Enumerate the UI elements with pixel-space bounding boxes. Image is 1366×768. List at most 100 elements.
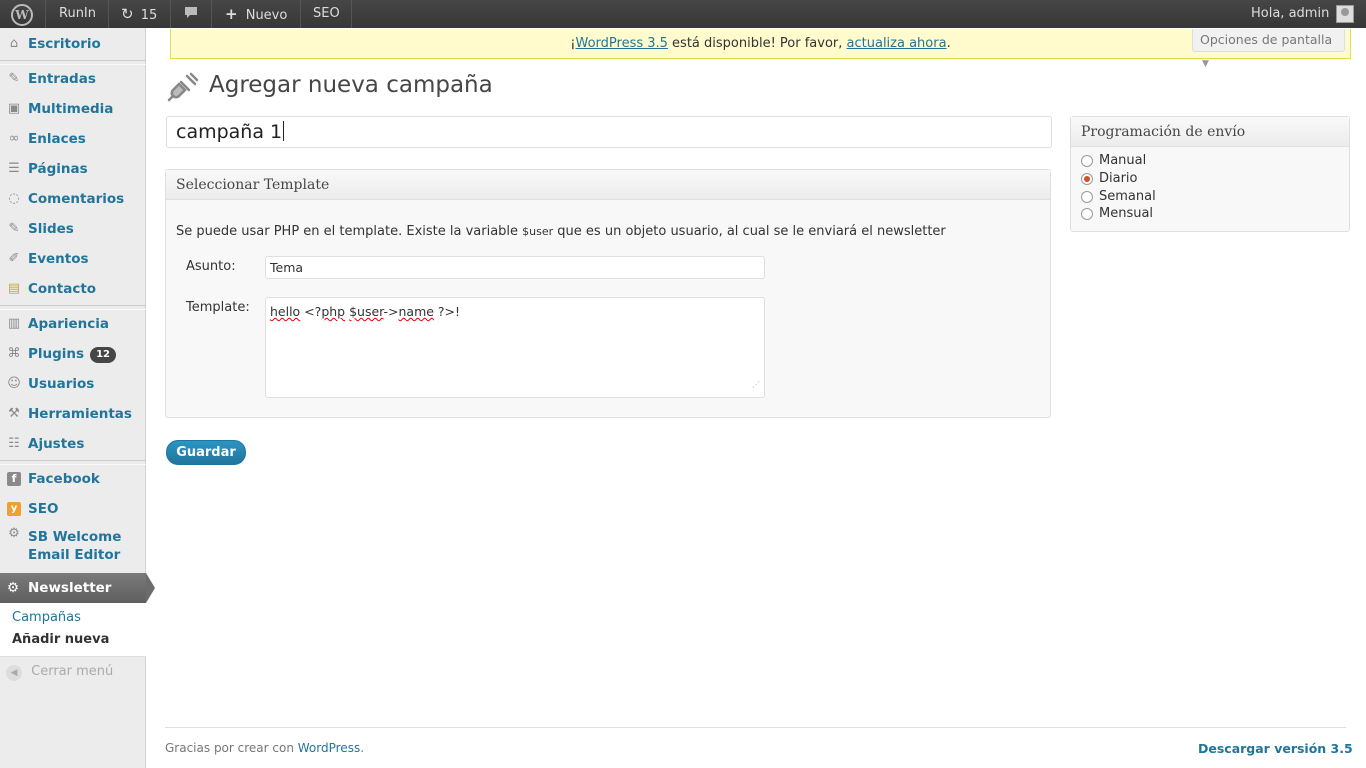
settings-icon: ☷ xyxy=(8,436,20,451)
updates-count: 15 xyxy=(140,8,158,23)
sidebar-item-seo[interactable]: y SEO xyxy=(0,494,146,524)
sidebar-item-label: Ajustes xyxy=(28,436,85,452)
sidebar-item-label: Apariencia xyxy=(28,316,110,332)
comment-bubble-icon xyxy=(185,7,197,18)
admin-bar: W RunIn ↻ 15 + Nuevo SEO Hola, admin xyxy=(0,0,1366,28)
collapse-arrow-icon: ◀ xyxy=(6,665,22,681)
update-notice: ¡WordPress 3.5 está disponible! Por favo… xyxy=(170,29,1351,59)
page-title: Agregar nueva campaña xyxy=(209,72,493,98)
greeting-link[interactable]: Hola, admin xyxy=(1251,0,1329,28)
sidebar-item-sb-welcome[interactable]: ⚙ SB Welcome Email Editor xyxy=(0,524,146,564)
admin-sidebar: ⌂ Escritorio ✎ Entradas ▣ Multimedia ∞ E… xyxy=(0,28,155,768)
divider xyxy=(211,0,212,28)
sidebar-item-escritorio[interactable]: ⌂ Escritorio xyxy=(0,29,146,59)
divider xyxy=(351,0,352,28)
link-icon: ∞ xyxy=(8,131,20,146)
sidebar-item-enlaces[interactable]: ∞ Enlaces xyxy=(0,124,146,154)
subject-value: Tema xyxy=(270,260,304,275)
seo-link[interactable]: SEO xyxy=(313,0,340,28)
sidebar-item-eventos[interactable]: ✐ Eventos xyxy=(0,244,146,274)
screen-options-label: Opciones de pantalla xyxy=(1200,32,1333,47)
text-caret xyxy=(283,121,285,141)
divider xyxy=(170,0,171,28)
sidebar-item-label: Enlaces xyxy=(28,131,86,147)
sidebar-item-slides[interactable]: ✎ Slides xyxy=(0,214,146,244)
sidebar-item-paginas[interactable]: ☰ Páginas xyxy=(0,154,146,184)
users-icon: ☺ xyxy=(7,376,21,391)
schedule-box-title[interactable]: Programación de envío xyxy=(1071,117,1349,147)
sidebar-item-label: Páginas xyxy=(28,161,88,177)
collapse-menu-label: Cerrar menú xyxy=(31,664,114,679)
sidebar-item-label: Eventos xyxy=(28,251,89,267)
refresh-icon: ↻ xyxy=(121,5,134,23)
comments-link[interactable] xyxy=(184,0,198,28)
sidebar-item-herramientas[interactable]: ⚒ Herramientas xyxy=(0,399,146,429)
radio-button[interactable] xyxy=(1081,208,1093,220)
plugins-update-badge: 12 xyxy=(90,347,116,363)
plus-icon: + xyxy=(225,5,238,23)
update-now-link[interactable]: actualiza ahora xyxy=(847,36,947,51)
sidebar-item-label: SB Welcome Email Editor xyxy=(28,529,122,563)
sidebar-item-usuarios[interactable]: ☺ Usuarios xyxy=(0,369,146,399)
resize-handle-icon[interactable]: ⋰ xyxy=(752,376,760,394)
radio-button-selected[interactable] xyxy=(1081,173,1093,185)
screen-options-button[interactable]: Opciones de pantalla ▼ xyxy=(1192,29,1345,69)
collapse-menu-button[interactable]: ◀ Cerrar menú xyxy=(6,664,114,681)
sidebar-item-label: Comentarios xyxy=(28,191,125,207)
radio-button[interactable] xyxy=(1081,155,1093,167)
sidebar-item-newsletter[interactable]: ⚙ Newsletter xyxy=(0,573,155,603)
facebook-icon: f xyxy=(7,472,21,486)
download-version-link[interactable]: Descargar versión 3.5 xyxy=(1198,741,1353,756)
sidebar-item-facebook[interactable]: f Facebook xyxy=(0,464,146,494)
appearance-icon: ▥ xyxy=(7,316,21,331)
gear-icon: ⚙ xyxy=(7,580,20,596)
divider xyxy=(300,0,301,28)
submenu-item-campanas[interactable]: Campañas xyxy=(12,610,81,625)
sidebar-item-entradas[interactable]: ✎ Entradas xyxy=(0,64,146,94)
sidebar-item-label: Entradas xyxy=(28,71,96,87)
template-value: hello <?php $user->name ?>! xyxy=(270,304,461,319)
sidebar-item-ajustes[interactable]: ☷ Ajustes xyxy=(0,429,146,459)
contact-icon: ▤ xyxy=(7,281,21,296)
template-label: Template: xyxy=(186,300,250,315)
sidebar-item-comentarios[interactable]: ◌ Comentarios xyxy=(0,184,146,214)
sidebar-item-multimedia[interactable]: ▣ Multimedia xyxy=(0,94,146,124)
sidebar-item-label: SEO xyxy=(28,501,59,517)
sidebar-item-plugins[interactable]: ⌘ Plugins 12 xyxy=(0,339,146,369)
radio-label: Manual xyxy=(1099,153,1147,168)
wordpress-footer-link[interactable]: WordPress xyxy=(298,741,360,755)
submenu-item-anadir-nueva[interactable]: Añadir nueva xyxy=(12,632,109,647)
newsletter-submenu: Campañas Añadir nueva xyxy=(0,603,146,657)
subject-input[interactable]: Tema xyxy=(265,256,765,279)
sidebar-item-label: Plugins 12 xyxy=(28,339,116,369)
divider xyxy=(45,0,46,28)
sidebar-item-contacto[interactable]: ▤ Contacto xyxy=(0,274,146,304)
new-content-link[interactable]: + Nuevo xyxy=(225,0,287,28)
updates-link[interactable]: ↻ 15 xyxy=(121,0,157,28)
site-name-link[interactable]: RunIn xyxy=(59,0,96,28)
avatar[interactable] xyxy=(1336,5,1354,23)
template-textarea[interactable]: hello <?php $user->name ?>! ⋰ xyxy=(265,297,765,398)
gear-icon: ⚙ xyxy=(8,526,20,541)
events-icon: ✐ xyxy=(8,251,20,266)
sidebar-item-label: Facebook xyxy=(28,471,100,487)
sidebar-item-label: Herramientas xyxy=(28,406,132,422)
chevron-down-icon: ▼ xyxy=(1202,59,1209,69)
subject-label: Asunto: xyxy=(186,259,236,274)
notice-text: está disponible! Por favor, xyxy=(667,36,847,51)
radio-button[interactable] xyxy=(1081,191,1093,203)
footer-divider xyxy=(165,727,1346,728)
wordpress-logo-icon[interactable]: W xyxy=(11,4,33,26)
save-button[interactable]: Guardar xyxy=(166,440,246,465)
campaign-title-input[interactable]: campaña 1 xyxy=(166,116,1052,148)
template-description: Se puede usar PHP en el template. Existe… xyxy=(176,224,946,239)
sidebar-item-apariencia[interactable]: ▥ Apariencia xyxy=(0,309,146,339)
plugin-plug-icon xyxy=(167,72,199,102)
pages-icon: ☰ xyxy=(8,161,20,176)
code-variable: $user xyxy=(522,225,554,238)
template-box-title[interactable]: Seleccionar Template xyxy=(166,170,1050,200)
footer-thanks: Gracias por crear con WordPress. xyxy=(165,741,365,755)
new-label: Nuevo xyxy=(245,8,288,23)
home-icon: ⌂ xyxy=(9,36,19,51)
wordpress-version-link[interactable]: WordPress 3.5 xyxy=(575,36,667,51)
